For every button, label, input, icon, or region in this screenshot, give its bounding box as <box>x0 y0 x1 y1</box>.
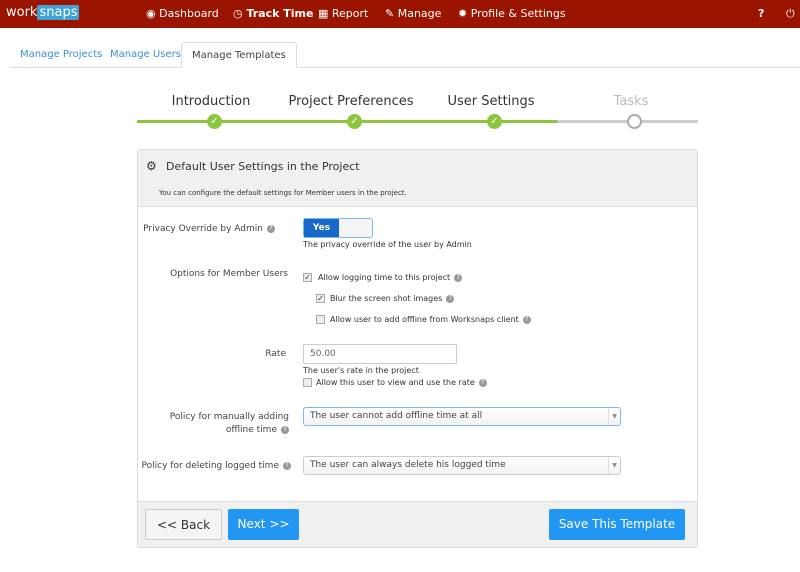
nav-label: Profile & Settings <box>470 7 566 20</box>
report-icon: ▦ <box>318 7 332 20</box>
panel-subtitle: You can configure the default settings f… <box>159 189 407 197</box>
option-label: Allow this user to view and use the rate… <box>316 378 487 387</box>
help-icon[interactable]: ? <box>758 7 764 20</box>
option-label: Allow user to add offline from Worksnaps… <box>330 315 531 324</box>
nav-label: Report <box>331 7 369 20</box>
nav-label: Dashboard <box>159 7 219 20</box>
help-icon[interactable]: ? <box>446 294 455 303</box>
nav-track-time[interactable]: ◷ Track Time <box>233 7 313 20</box>
rate-label: Rate <box>265 349 286 359</box>
checkbox-view-rate[interactable] <box>303 378 312 387</box>
check-icon: ✓ <box>347 114 362 129</box>
back-button[interactable]: << Back <box>145 509 222 540</box>
logo-text: snaps <box>37 5 80 20</box>
panel-header <box>138 150 697 207</box>
toggle-yes: Yes <box>304 219 339 237</box>
policy-delete-select[interactable]: The user can always delete his logged ti… <box>303 456 621 475</box>
privacy-toggle[interactable]: Yes <box>303 218 373 238</box>
step-project-preferences: Project Preferences <box>288 94 414 109</box>
nav-dashboard[interactable]: ◉ Dashboard <box>146 7 219 20</box>
privacy-label: Privacy Override by Admin? <box>115 223 275 236</box>
chevron-down-icon: ▼ <box>608 408 620 425</box>
policy-add-select[interactable]: The user cannot add offline time at all ▼ <box>303 407 621 426</box>
worksnaps-logo[interactable]: work snaps <box>6 5 80 20</box>
tab-manage-users[interactable]: Manage Users <box>100 42 191 68</box>
help-icon[interactable]: ? <box>283 461 291 470</box>
nav-manage[interactable]: ✎ Manage <box>385 7 441 20</box>
rate-help: The user's rate in the project <box>303 366 419 375</box>
rate-input[interactable] <box>303 344 457 364</box>
policy-delete-label: Policy for deleting logged time? <box>129 460 291 473</box>
panel-title: Default User Settings in the Project <box>166 160 360 173</box>
step-introduction: Introduction <box>171 94 251 109</box>
wrench-icon: ✎ <box>385 7 398 20</box>
chevron-down-icon: ▼ <box>608 457 620 474</box>
checkbox-allow-logging[interactable]: ✓ <box>303 273 312 282</box>
save-template-button[interactable]: Save This Template <box>549 509 685 540</box>
checkbox-allow-offline[interactable] <box>316 315 325 324</box>
pending-step-icon <box>627 114 642 129</box>
help-icon[interactable]: ? <box>281 425 289 434</box>
nav-profile-settings[interactable]: ✹ Profile & Settings <box>458 7 566 20</box>
nav-label: Manage <box>397 7 442 20</box>
help-icon[interactable]: ? <box>267 224 275 233</box>
dashboard-icon: ◉ <box>146 7 160 20</box>
logo-text: work <box>6 5 38 20</box>
help-icon[interactable]: ? <box>478 378 487 387</box>
option-label: Allow logging time to this project? <box>318 273 463 282</box>
clock-icon: ◷ <box>233 7 247 20</box>
nav-label: Track Time <box>246 7 314 20</box>
tab-manage-projects[interactable]: Manage Projects <box>10 42 112 68</box>
next-button[interactable]: Next >> <box>228 509 299 540</box>
check-icon: ✓ <box>207 114 222 129</box>
help-icon[interactable]: ? <box>522 315 531 324</box>
tab-manage-templates[interactable]: Manage Templates <box>181 42 297 68</box>
check-icon: ✓ <box>487 114 502 129</box>
step-tasks: Tasks <box>613 94 649 109</box>
step-user-settings: User Settings <box>447 94 535 109</box>
option-label: Blur the screen shot images? <box>330 294 455 303</box>
options-label: Options for Member Users <box>170 269 288 279</box>
gear-icon: ⚙ <box>146 159 157 173</box>
gear-icon: ✹ <box>458 7 471 20</box>
checkbox-blur-screenshots[interactable]: ✓ <box>316 294 325 303</box>
nav-report[interactable]: ▦ Report <box>318 7 368 20</box>
privacy-help: The privacy override of the user by Admi… <box>303 240 472 249</box>
policy-add-label: Policy for manually adding offline time? <box>169 412 289 435</box>
power-icon[interactable]: ⏻ <box>786 7 795 21</box>
help-icon[interactable]: ? <box>454 273 463 282</box>
